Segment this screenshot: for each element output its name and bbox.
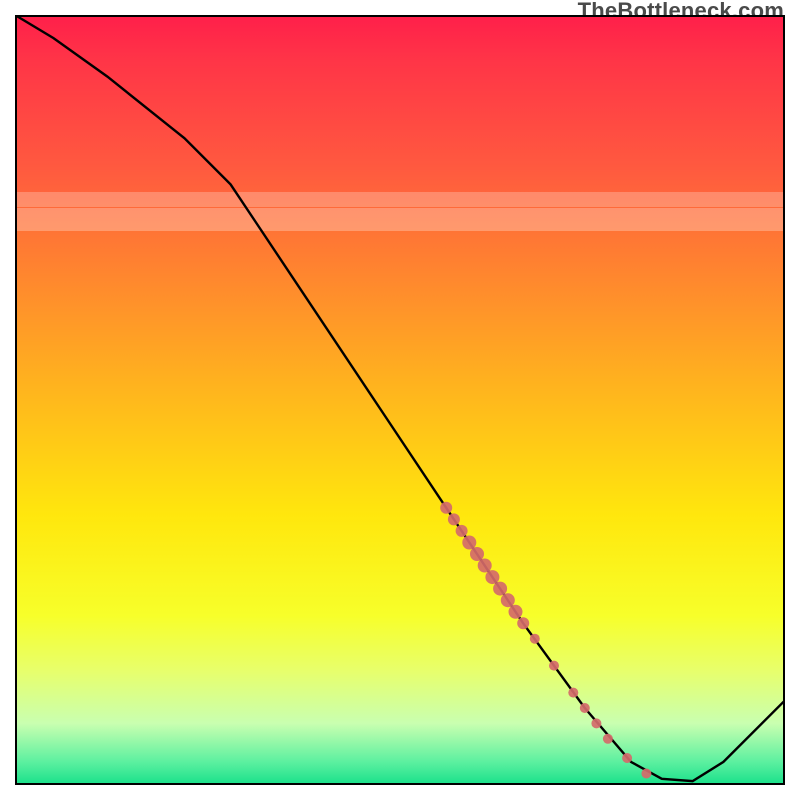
data-marker <box>448 513 460 525</box>
data-marker <box>440 502 452 514</box>
data-marker <box>485 570 499 584</box>
data-marker <box>456 525 468 537</box>
data-marker <box>568 688 578 698</box>
chart-overlay <box>15 15 785 785</box>
data-marker <box>517 617 529 629</box>
marker-cluster <box>440 502 651 779</box>
data-marker <box>493 582 507 596</box>
data-marker <box>501 593 515 607</box>
data-marker <box>641 769 651 779</box>
data-marker <box>509 605 523 619</box>
data-marker <box>470 547 484 561</box>
data-marker <box>530 634 540 644</box>
data-marker <box>462 536 476 550</box>
data-marker <box>591 718 601 728</box>
data-marker <box>603 734 613 744</box>
data-marker <box>478 559 492 573</box>
plot-area <box>15 15 785 785</box>
data-marker <box>580 703 590 713</box>
data-marker <box>549 661 559 671</box>
data-marker <box>622 753 632 763</box>
chart-container: TheBottleneck.com <box>0 0 800 800</box>
bottleneck-curve <box>15 15 785 781</box>
